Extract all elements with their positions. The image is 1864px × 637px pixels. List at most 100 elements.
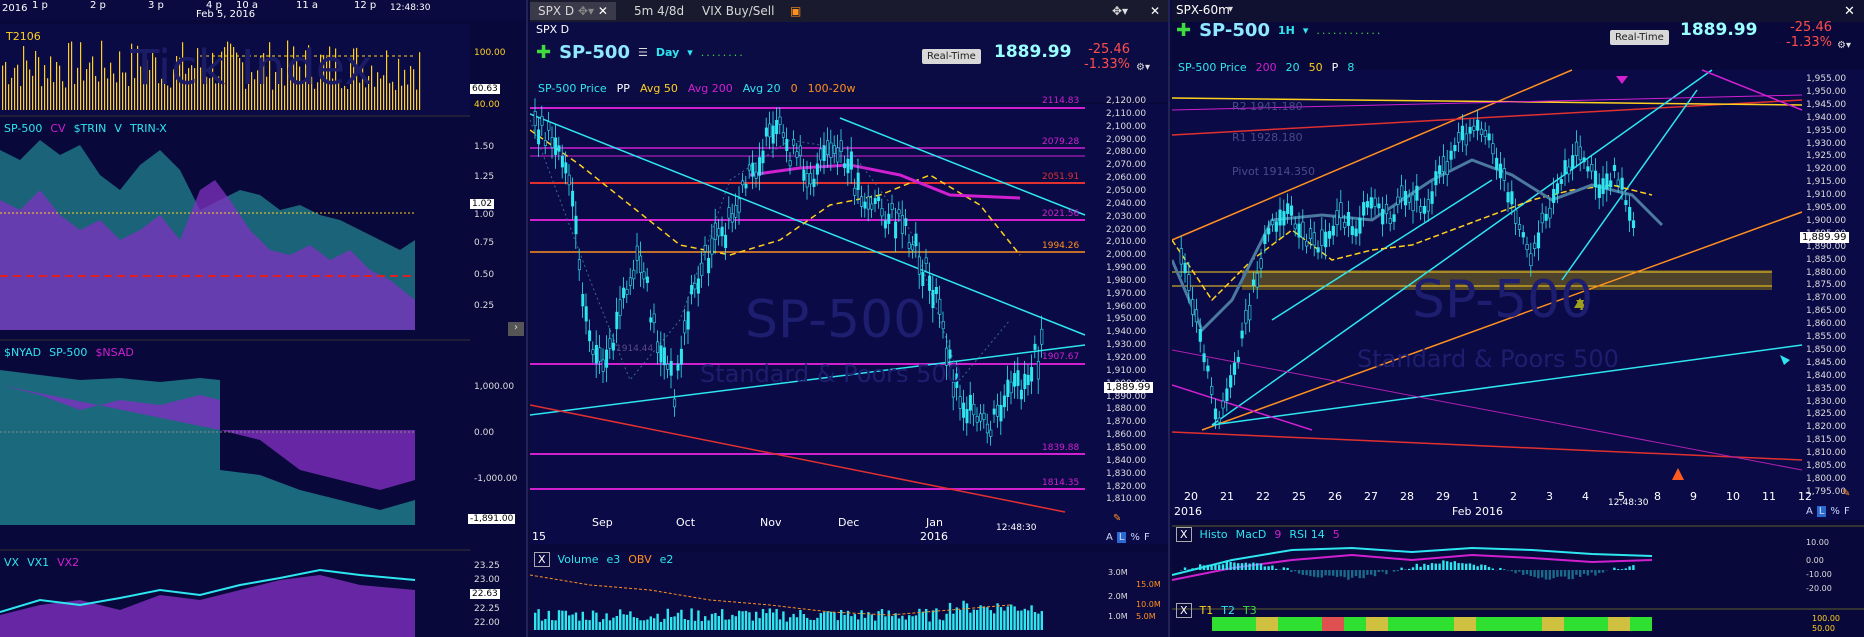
scale-f[interactable]: F — [1144, 532, 1150, 543]
right-scale-f[interactable]: F — [1844, 506, 1850, 517]
legend-nsad[interactable]: $NSAD — [95, 346, 133, 359]
legend-vx[interactable]: VX — [4, 556, 19, 569]
legend-sp500-2[interactable]: SP-500 — [49, 346, 87, 359]
tab-vix[interactable]: VIX Buy/Sell — [694, 2, 782, 20]
histo-bar — [1632, 565, 1635, 570]
pencil-icon[interactable]: ✎ — [1113, 513, 1121, 524]
legend-cv[interactable]: CV — [50, 122, 65, 135]
tab-spx-d[interactable]: SPX D ✥▾ ✕ — [530, 2, 616, 20]
chart-watermark-sub: Standard & Poors 500 — [700, 360, 962, 388]
legend-t1[interactable]: T1 — [1200, 604, 1214, 617]
candle-body — [761, 150, 765, 164]
right-legend-200[interactable]: 200 — [1256, 61, 1277, 74]
right-scale-a[interactable]: A — [1806, 506, 1813, 517]
legend-avg20[interactable]: Avg 20 — [743, 82, 781, 95]
right-legend-50[interactable]: 50 — [1309, 61, 1323, 74]
legend-macd[interactable]: MacD — [1236, 528, 1267, 541]
legend-100-20w[interactable]: 100-20w — [808, 82, 856, 95]
tab-close-icon[interactable]: ✕ — [598, 4, 608, 18]
hourly-candle-body — [1278, 209, 1282, 226]
interval-select[interactable]: Day — [656, 46, 679, 59]
legend-histo[interactable]: Histo — [1200, 528, 1228, 541]
legend-v[interactable]: V — [114, 122, 122, 135]
macd-close-button[interactable]: X — [1176, 527, 1192, 542]
drawing-tools[interactable]: ........ — [701, 46, 745, 59]
histo-bar — [1320, 570, 1323, 578]
scale-l[interactable]: L — [1116, 532, 1127, 543]
right-interval-select[interactable]: 1H — [1278, 24, 1295, 37]
realtime-button[interactable]: Real-Time — [922, 49, 981, 64]
legend-avg50[interactable]: Avg 50 — [640, 82, 678, 95]
legend-volume[interactable]: Volume — [558, 553, 599, 566]
right-legend-8[interactable]: 8 — [1347, 61, 1354, 74]
right-realtime-button[interactable]: Real-Time — [1610, 30, 1669, 45]
interval-chevron-icon[interactable]: ▾ — [687, 46, 693, 59]
legend-trin-x[interactable]: TRIN-X — [130, 122, 167, 135]
right-scale-l[interactable]: L — [1816, 506, 1827, 517]
sub-close-button[interactable]: X — [534, 552, 550, 567]
list-icon[interactable]: ☰ — [638, 46, 648, 59]
right-add-icon[interactable]: ✚ — [1176, 20, 1191, 41]
right-close-icon[interactable]: ✕ — [1844, 4, 1855, 19]
histo-bar — [1541, 570, 1544, 578]
macd-tick-0: 0.00 — [1806, 556, 1824, 565]
tab-bar: SPX D ✥▾ ✕ 5m 4/8d VIX Buy/Sell ▣ ✥▾ ✕ — [530, 0, 1168, 22]
legend-t3[interactable]: T3 — [1243, 604, 1257, 617]
right-settings-icon[interactable]: ⚙▾ — [1837, 40, 1851, 51]
window-close-icon[interactable]: ✕ — [1142, 2, 1168, 20]
legend-price[interactable]: SP-500 Price — [538, 82, 607, 95]
legend-sp500[interactable]: SP-500 — [4, 122, 42, 135]
right-legend-price[interactable]: SP-500 Price — [1178, 61, 1247, 74]
pane1-legend-t2106[interactable]: T2106 — [6, 30, 41, 43]
right-pencil-icon[interactable]: ✎ — [1842, 488, 1850, 499]
right-interval-chevron-icon[interactable]: ▾ — [1303, 24, 1309, 37]
right-scale-pct[interactable]: % — [1830, 506, 1840, 517]
legend-avg200[interactable]: Avg 200 — [688, 82, 733, 95]
legend-obv[interactable]: OBV — [628, 553, 651, 566]
day-tick: 3 — [1546, 490, 1553, 503]
scroll-right-button[interactable]: › — [508, 322, 524, 336]
legend-e2[interactable]: e2 — [660, 553, 674, 566]
right-symbol-label[interactable]: SP-500 — [1199, 20, 1270, 41]
window-title-chevron-icon[interactable]: ▾ — [1228, 4, 1233, 15]
hourly-candle-body — [1426, 199, 1430, 212]
window-move-icon[interactable]: ✥▾ — [1104, 2, 1136, 20]
candle-body — [968, 394, 972, 411]
candle-body — [887, 213, 891, 224]
right-legend-20[interactable]: 20 — [1286, 61, 1300, 74]
legend-vx2[interactable]: VX2 — [57, 556, 79, 569]
histo-bar — [1518, 570, 1521, 572]
window-title-right[interactable]: SPX-60m — [1176, 3, 1230, 17]
legend-vx1[interactable]: VX1 — [27, 556, 49, 569]
tab-move-icon[interactable]: ✥▾ — [578, 4, 594, 18]
scale-a[interactable]: A — [1106, 532, 1113, 543]
tab-new-icon[interactable]: ▣ — [782, 2, 809, 20]
add-icon[interactable]: ✚ — [536, 42, 551, 63]
right-legend-p[interactable]: P — [1332, 61, 1339, 74]
tab-5m[interactable]: 5m 4/8d — [626, 2, 692, 20]
right-drawing-tools[interactable]: ............ — [1316, 24, 1382, 37]
histo-bar — [1263, 566, 1266, 570]
candle-body — [1023, 373, 1027, 390]
symbol-label[interactable]: SP-500 — [559, 42, 630, 63]
hourly-candle-body — [1403, 191, 1408, 206]
legend-macd-9[interactable]: 9 — [1274, 528, 1281, 541]
trend-close-button[interactable]: X — [1176, 603, 1192, 618]
legend-t2[interactable]: T2 — [1221, 604, 1235, 617]
volume-bar — [673, 616, 676, 630]
legend-trin[interactable]: $TRIN — [74, 122, 107, 135]
legend-zero[interactable]: 0 — [791, 82, 798, 95]
window-title[interactable]: SPX D — [536, 23, 569, 36]
legend-nyad[interactable]: $NYAD — [4, 346, 41, 359]
settings-icon[interactable]: ⚙▾ — [1136, 62, 1150, 73]
tick-bar — [116, 82, 118, 110]
legend-rsi-5[interactable]: 5 — [1333, 528, 1340, 541]
volume-bar — [646, 619, 649, 630]
level-label-3: 2051.91 — [1042, 172, 1080, 182]
legend-pp[interactable]: PP — [617, 82, 630, 95]
legend-e3[interactable]: e3 — [606, 553, 620, 566]
scale-pct[interactable]: % — [1130, 532, 1140, 543]
legend-rsi[interactable]: RSI 14 — [1289, 528, 1324, 541]
candle-body — [659, 345, 663, 363]
price-tick: 1,880.00 — [1106, 404, 1147, 415]
